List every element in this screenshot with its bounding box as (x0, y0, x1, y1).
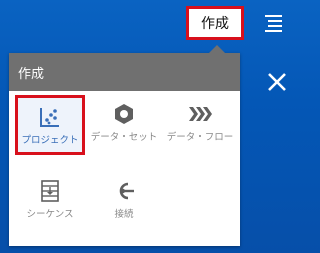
connection-plug-icon (119, 182, 134, 200)
tile-sequence-label: シーケンス (26, 209, 74, 220)
create-panel: 作成 プロジェクト データ・セット データ・フロー シーケンス 接続 (9, 45, 240, 246)
tile-dataset-label: データ・セット (90, 132, 158, 143)
close-icon[interactable] (266, 71, 288, 93)
create-button[interactable]: 作成 (186, 6, 244, 40)
tile-connection-label: 接続 (114, 209, 134, 220)
tile-dataset[interactable]: データ・セット (89, 95, 159, 155)
tile-dataflow-label: データ・フロー (166, 132, 234, 143)
tile-project-label: プロジェクト (21, 135, 79, 146)
scatter-plot-icon (40, 108, 59, 127)
sequence-icon (41, 180, 59, 202)
tile-dataflow[interactable]: データ・フロー (165, 95, 235, 155)
hamburger-menu-icon[interactable] (265, 13, 283, 33)
tile-sequence[interactable]: シーケンス (15, 172, 85, 232)
top-bar: 作成 (0, 0, 300, 46)
hexagon-ring-icon (115, 104, 133, 124)
tile-connection[interactable]: 接続 (89, 172, 159, 232)
panel-title: 作成 (9, 53, 240, 91)
tile-project[interactable]: プロジェクト (15, 95, 85, 155)
chevrons-right-icon (189, 107, 212, 121)
panel-caret (209, 45, 225, 53)
